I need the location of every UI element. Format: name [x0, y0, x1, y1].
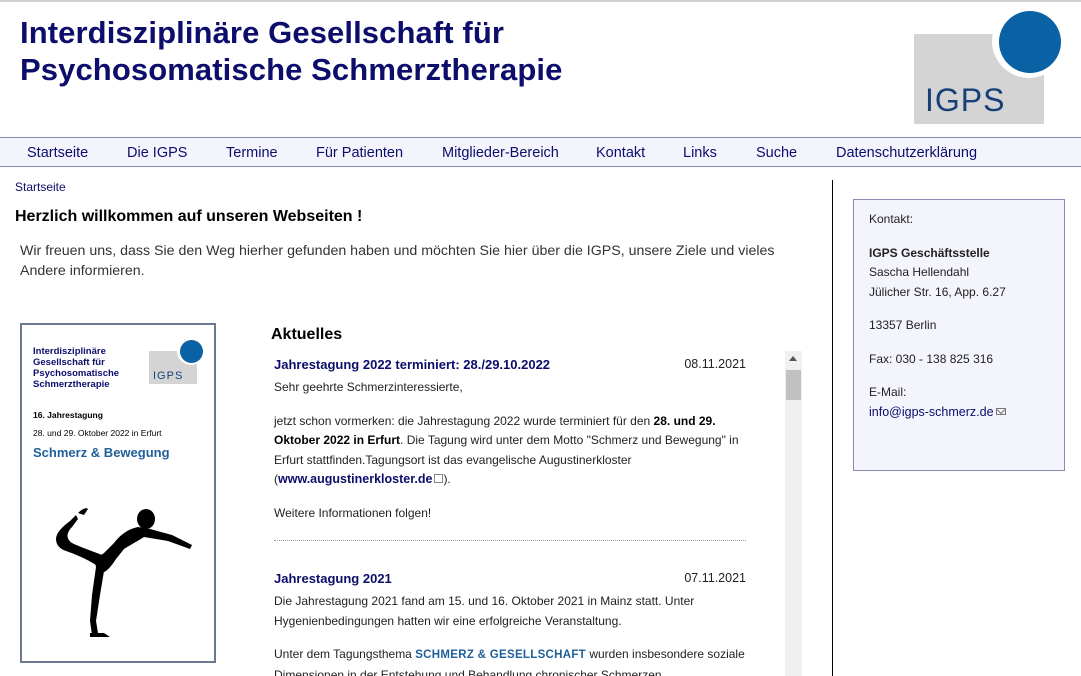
news-item-2-text-a: Unter dem Tagungsthema [274, 647, 416, 661]
news-item-2-title[interactable]: Jahrestagung 2021 [274, 569, 392, 589]
news-scrollbar[interactable] [785, 351, 802, 676]
nav-item-kontakt[interactable]: Kontakt [596, 145, 645, 161]
contact-box: Kontakt: IGPS Geschäftsstelle Sascha Hel… [853, 199, 1065, 471]
news-divider [274, 540, 746, 541]
poster-title-line-4: Schmerztherapie [33, 379, 110, 390]
nav-item-datenschutzerklaerung[interactable]: Datenschutzerklärung [836, 145, 977, 161]
logo-blue-dot-icon [999, 11, 1061, 73]
contact-email-link[interactable]: info@igps-schmerz.de [869, 405, 994, 419]
poster-logo-dot-icon [180, 340, 203, 363]
scroll-up-arrow-icon[interactable] [785, 351, 802, 368]
contact-street: Jülicher Str. 16, App. 6.27 [869, 284, 1006, 299]
poster-title-line-2: Gesellschaft für [33, 357, 105, 368]
logo-text: IGPS [925, 82, 1006, 118]
main-navigation: Startseite Die IGPS Termine Für Patiente… [0, 137, 1081, 167]
site-title-line-1: Interdisziplinäre Gesellschaft für [20, 15, 505, 50]
news-list[interactable]: Jahrestagung 2022 terminiert: 28./29.10.… [273, 350, 803, 676]
news-item-1-paragraph: jetzt schon vormerken: die Jahrestagung … [274, 412, 746, 490]
contact-city: 13357 Berlin [869, 318, 937, 332]
augustinerkloster-link[interactable]: www.augustinerkloster.de [278, 472, 432, 486]
poster-logo-text: IGPS [153, 370, 184, 382]
contact-name: Sascha Hellendahl [869, 265, 970, 279]
news-item-1-text-a: jetzt schon vormerken: die Jahrestagung … [274, 413, 654, 428]
news-item-2-date: 07.11.2021 [684, 571, 746, 585]
igps-logo[interactable]: IGPS [914, 4, 1066, 124]
poster-title: Interdisziplinäre Gesellschaft für Psych… [33, 346, 119, 390]
site-title-line-2: Psychosomatische Schmerztherapie [20, 52, 563, 87]
poster-title-line-1: Interdisziplinäre [33, 346, 106, 357]
news-item-2-paragraph-1: Die Jahrestagung 2021 fand am 15. und 16… [274, 594, 695, 628]
nav-item-termine[interactable]: Termine [226, 145, 278, 161]
nav-item-mitglieder-bereich[interactable]: Mitglieder-Bereich [442, 145, 559, 161]
news-item-1-text-c: ). [443, 472, 451, 486]
nav-item-suche[interactable]: Suche [756, 145, 797, 161]
news-item-1-title[interactable]: Jahrestagung 2022 terminiert: 28./29.10.… [274, 355, 550, 375]
mail-icon [995, 407, 1006, 415]
news-item-1-salutation: Sehr geehrte Schmerzinteressierte, [274, 380, 463, 394]
breadcrumb[interactable]: Startseite [15, 180, 66, 194]
poster-theme: Schmerz & Bewegung [33, 445, 170, 460]
news-item-1-body: Sehr geehrte Schmerzinteressierte, jetzt… [274, 378, 746, 537]
contact-email-label: E-Mail: [869, 385, 907, 399]
news-item-1-date: 08.11.2021 [684, 357, 746, 371]
contact-org: IGPS Geschäftsstelle [869, 245, 990, 260]
conference-poster-image[interactable]: Interdisziplinäre Gesellschaft für Psych… [20, 323, 216, 663]
poster-edition: 16. Jahrestagung [33, 410, 103, 420]
nav-item-fuer-patienten[interactable]: Für Patienten [316, 145, 403, 161]
nav-item-links[interactable]: Links [683, 145, 717, 161]
news-item-2-theme: SCHMERZ & GESELLSCHAFT [415, 649, 586, 661]
poster-date: 28. und 29. Oktober 2022 in Erfurt [33, 428, 162, 438]
site-title: Interdisziplinäre Gesellschaft für Psych… [20, 14, 562, 88]
scroll-thumb[interactable] [786, 370, 801, 400]
news-item-2-paragraph-2: Unter dem Tagungsthema SCHMERZ & GESELLS… [274, 645, 746, 676]
nav-item-startseite[interactable]: Startseite [27, 145, 88, 161]
poster-title-line-3: Psychosomatische [33, 368, 120, 379]
news-item-1-footer: Weitere Informationen folgen! [274, 505, 432, 520]
nav-item-die-igps[interactable]: Die IGPS [127, 145, 187, 161]
news-heading: Aktuelles [271, 326, 343, 343]
contact-fax: Fax: 030 - 138 825 316 [869, 351, 994, 366]
yoga-silhouette-icon [56, 508, 192, 637]
column-divider [832, 180, 833, 676]
top-border-line [0, 0, 1081, 2]
page-title: Herzlich willkommen auf unseren Webseite… [15, 208, 363, 225]
contact-label: Kontakt: [869, 212, 914, 226]
news-item-2-body: Die Jahrestagung 2021 fand am 15. und 16… [274, 592, 746, 676]
intro-text: Wir freuen uns, dass Sie den Weg hierher… [20, 243, 775, 279]
